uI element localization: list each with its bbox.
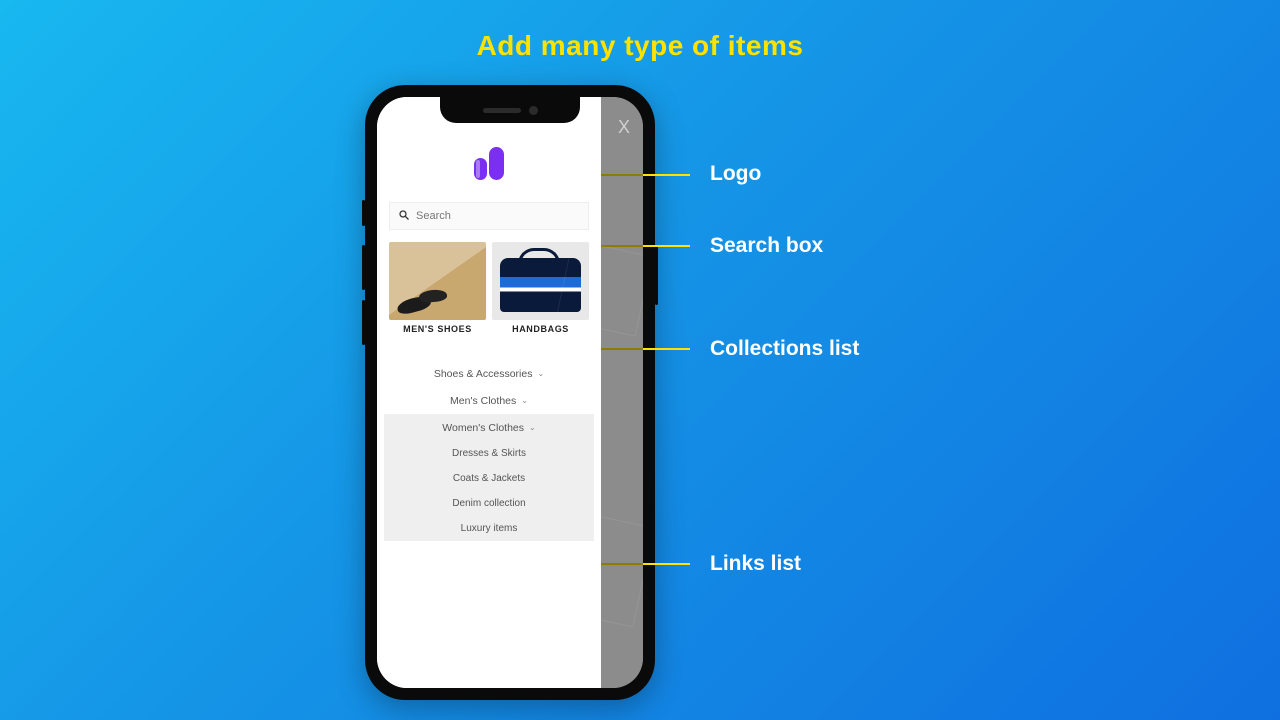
phone-side-button <box>362 245 365 290</box>
collection-label: MEN'S SHOES <box>403 324 472 334</box>
phone-mock: X Search <box>365 85 655 700</box>
chevron-down-icon: ⌄ <box>537 369 544 378</box>
link-label: Women's Clothes <box>442 422 524 434</box>
search-input[interactable]: Search <box>389 202 589 230</box>
drawer-backdrop[interactable] <box>601 97 643 688</box>
link-label: Coats & Jackets <box>453 473 525 484</box>
link-label: Shoes & Accessories <box>434 368 533 380</box>
search-placeholder: Search <box>416 210 451 222</box>
search-icon <box>398 209 410 224</box>
app-logo[interactable] <box>474 147 504 180</box>
collection-label: HANDBAGS <box>512 324 569 334</box>
phone-side-button <box>362 200 365 226</box>
link-label: Dresses & Skirts <box>452 448 526 459</box>
link-label: Luxury items <box>461 523 518 534</box>
sublink-dresses-skirts[interactable]: Dresses & Skirts <box>384 441 594 466</box>
callout-links: Links list <box>710 552 801 576</box>
link-womens-clothes[interactable]: Women's Clothes ⌄ <box>384 414 594 441</box>
chevron-down-icon: ⌄ <box>521 396 528 405</box>
chevron-down-icon: ⌄ <box>529 423 536 432</box>
callout-logo: Logo <box>710 162 761 186</box>
collection-mens-shoes[interactable]: MEN'S SHOES <box>389 242 486 334</box>
callout-collections: Collections list <box>710 337 859 361</box>
phone-screen: X Search <box>377 97 643 688</box>
link-mens-clothes[interactable]: Men's Clothes ⌄ <box>384 387 594 414</box>
phone-side-button <box>655 245 658 305</box>
link-shoes-accessories[interactable]: Shoes & Accessories ⌄ <box>384 360 594 387</box>
link-label: Denim collection <box>452 498 525 509</box>
phone-notch <box>440 97 580 123</box>
collection-thumb <box>389 242 486 320</box>
slide-stage: Add many type of items X <box>0 0 1280 720</box>
callout-search: Search box <box>710 234 823 258</box>
close-icon[interactable]: X <box>618 117 630 138</box>
slide-title: Add many type of items <box>0 30 1280 62</box>
phone-side-button <box>362 300 365 345</box>
link-label: Men's Clothes <box>450 395 516 407</box>
sublink-coats-jackets[interactable]: Coats & Jackets <box>384 466 594 491</box>
